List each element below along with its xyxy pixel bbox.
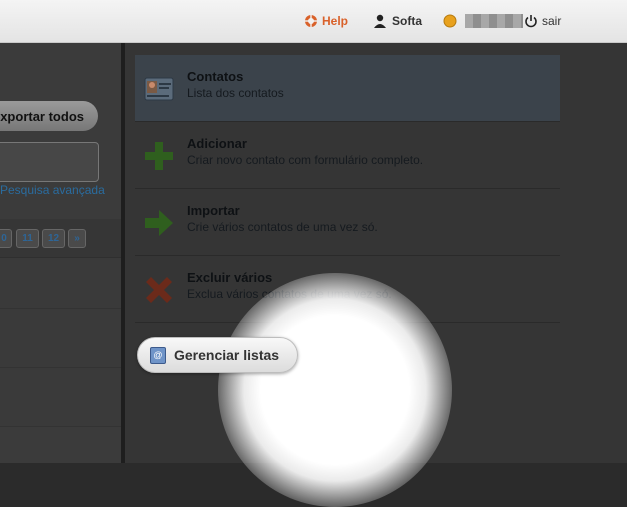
menu-item-description: Crie vários contatos de uma vez só. bbox=[187, 220, 378, 234]
menu-item-title: Adicionar bbox=[187, 136, 247, 151]
address-book-icon: @ bbox=[150, 346, 166, 364]
blurred-account-name bbox=[465, 14, 523, 28]
table-row[interactable] bbox=[0, 368, 121, 427]
manage-lists-label: Gerenciar listas bbox=[174, 347, 280, 363]
user-label: Softa bbox=[392, 14, 422, 28]
help-link[interactable]: Help bbox=[304, 12, 348, 30]
menu-item-title: Excluir vários bbox=[187, 270, 273, 285]
power-icon bbox=[525, 15, 537, 28]
advanced-search-link[interactable]: Pesquisa avançada bbox=[0, 183, 105, 197]
menu-item-importar[interactable]: Importar Crie vários contatos de uma vez… bbox=[135, 189, 560, 256]
page-10-button[interactable]: 0 bbox=[0, 229, 12, 248]
manage-lists-button[interactable]: @ Gerenciar listas bbox=[137, 337, 298, 373]
table-row[interactable] bbox=[0, 309, 121, 368]
spotlight-highlight bbox=[218, 273, 452, 507]
user-icon bbox=[374, 14, 386, 28]
page-11-button[interactable]: 11 bbox=[16, 229, 39, 248]
account-link[interactable] bbox=[443, 12, 523, 30]
coin-icon bbox=[443, 14, 457, 28]
menu-item-description: Criar novo contato com formulário comple… bbox=[187, 153, 424, 167]
lifebuoy-icon bbox=[305, 15, 317, 27]
help-label: Help bbox=[322, 14, 349, 28]
table-row[interactable] bbox=[0, 258, 121, 309]
green-arrow-right-icon bbox=[145, 210, 173, 236]
green-plus-icon bbox=[145, 142, 173, 170]
contacts-list-panel: Exportar todos Pesquisa avançada 0 11 12… bbox=[0, 43, 121, 463]
pagination: 0 11 12 » bbox=[0, 219, 121, 258]
contact-card-icon bbox=[144, 77, 174, 101]
menu-item-description: Lista dos contatos bbox=[187, 86, 284, 100]
actions-panel: Contatos Lista dos contatos Adicionar Cr… bbox=[125, 43, 627, 507]
logout-label: sair bbox=[542, 14, 562, 28]
red-x-icon bbox=[146, 277, 172, 303]
user-link[interactable]: Softa bbox=[372, 12, 422, 30]
menu-item-contatos[interactable]: Contatos Lista dos contatos bbox=[135, 55, 560, 122]
search-input[interactable] bbox=[0, 142, 99, 182]
page-12-button[interactable]: 12 bbox=[42, 229, 65, 248]
menu-item-title: Contatos bbox=[187, 69, 244, 84]
export-all-button[interactable]: Exportar todos bbox=[0, 101, 98, 131]
menu-item-adicionar[interactable]: Adicionar Criar novo contato com formulá… bbox=[135, 122, 560, 189]
menu-item-title: Importar bbox=[187, 203, 240, 218]
next-page-button[interactable]: » bbox=[68, 229, 86, 248]
logout-link[interactable]: sair bbox=[524, 12, 561, 30]
top-bar: Help Softa sair bbox=[0, 0, 627, 43]
